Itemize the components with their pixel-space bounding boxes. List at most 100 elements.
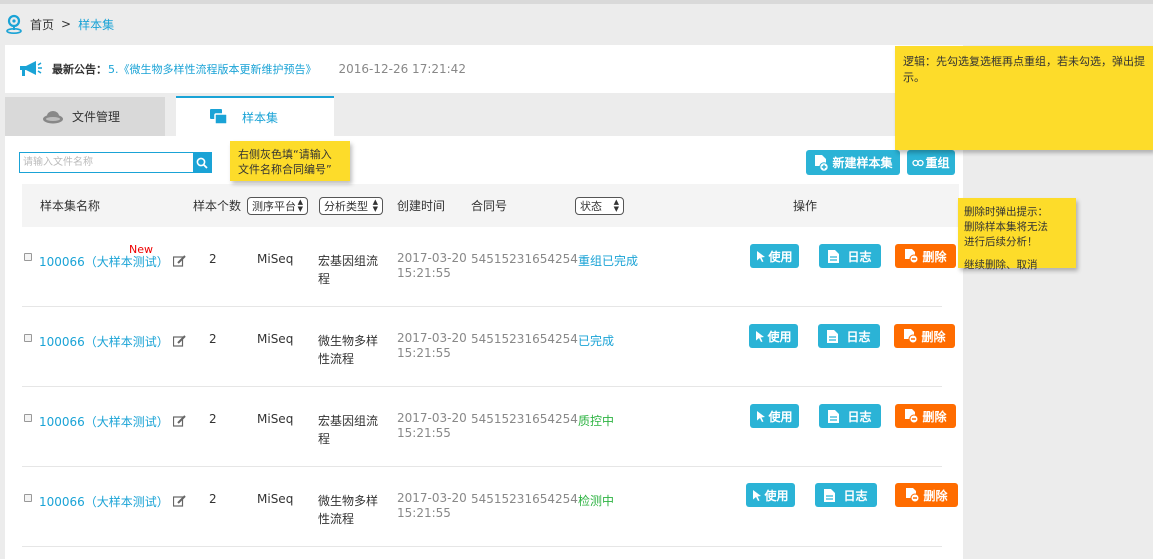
new-file-icon (815, 154, 830, 172)
analysis-line: 程 (318, 432, 331, 446)
use-button[interactable]: 使用 (746, 483, 795, 507)
delete-hint-note: 删除时弹出提示： 删除样本集将无法 进行后续分析！ 继续删除、取消 (958, 198, 1076, 271)
use-button[interactable]: 使用 (750, 244, 799, 268)
use-label: 使用 (768, 409, 793, 424)
analysis-type: 宏基因组流 程 (318, 412, 378, 448)
analysis-filter-label: 分析类型 (324, 199, 368, 213)
breadcrumb: 首页 > 样本集 (6, 14, 114, 34)
tab-file-management[interactable]: 文件管理 (5, 97, 165, 136)
link-icon (912, 159, 925, 166)
log-button[interactable]: 日志 (815, 483, 877, 507)
row-checkbox[interactable] (24, 334, 32, 342)
edit-icon[interactable] (172, 415, 186, 427)
row-checkbox[interactable] (24, 494, 32, 502)
delete-button[interactable]: 删除 (894, 324, 955, 348)
note-line: 进行后续分析！ (964, 236, 1038, 248)
created-clock: 15:21:55 (397, 346, 451, 360)
announcement-link[interactable]: 5.《微生物多样性流程版本更新维护预告》 (108, 61, 317, 77)
edit-icon[interactable] (172, 255, 186, 267)
breadcrumb-home[interactable]: 首页 (30, 16, 54, 33)
regroup-button-label: 重组 (925, 156, 950, 170)
delete-file-icon (905, 409, 919, 424)
document-icon (828, 409, 840, 423)
delete-label: 删除 (923, 488, 948, 503)
platform-filter-select[interactable]: 测序平台 ▲ ▼ (247, 196, 308, 215)
log-button[interactable]: 日志 (818, 324, 880, 348)
table-row: 100066（大样本测试） 2 MiSeq 微生物多样 性流程 2017-03-… (22, 467, 958, 547)
sample-count: 2 (209, 252, 217, 266)
status-filter-select[interactable]: 状态 ▲ ▼ (575, 196, 624, 215)
delete-file-icon (905, 249, 919, 264)
cursor-icon (757, 410, 766, 422)
delete-button[interactable]: 删除 (895, 483, 958, 507)
use-button[interactable]: 使用 (750, 404, 799, 428)
edit-icon[interactable] (172, 335, 186, 347)
log-button[interactable]: 日志 (819, 404, 881, 428)
document-icon (824, 488, 836, 502)
delete-label: 删除 (922, 249, 947, 264)
delete-label: 删除 (921, 329, 946, 344)
note-line: 删除样本集将无法 (964, 221, 1048, 233)
col-header-contract: 合同号 (471, 199, 508, 213)
status-filter-label: 状态 (580, 199, 602, 213)
created-time: 2017-03-20 15:21:55 (397, 251, 467, 281)
note-line: 删除时弹出提示： (964, 206, 1048, 218)
new-button-label: 新建样本集 (832, 156, 893, 170)
new-sample-set-button[interactable]: 新建样本集 (806, 150, 900, 175)
delete-button[interactable]: 删除 (895, 404, 956, 428)
breadcrumb-separator: > (61, 17, 72, 31)
sample-set-name-link[interactable]: 100066（大样本测试） (39, 495, 169, 509)
contract-number: 54515231654254 (471, 332, 578, 346)
note-line: 继续删除、取消 (964, 259, 1038, 271)
cursor-icon (757, 250, 766, 262)
log-label: 日志 (843, 488, 868, 503)
col-header-created: 创建时间 (397, 199, 446, 213)
sample-set-name-link[interactable]: 100066（大样本测试） (39, 335, 169, 349)
col-header-actions: 操作 (793, 199, 818, 213)
analysis-line: 宏基因组流 (318, 254, 379, 268)
created-date: 2017-03-20 (397, 411, 467, 425)
main-panel: 新建样本集 重组 样本集名称 样本个数 测序平台▲▼ 分析类型▲▼ 创建时间 合… (5, 136, 963, 559)
delete-button[interactable]: 删除 (895, 244, 956, 268)
analysis-type: 微生物多样 性流程 (318, 332, 378, 368)
row-checkbox[interactable] (24, 253, 32, 261)
platform-filter-label: 测序平台 (252, 199, 296, 213)
contract-number: 54515231654254 (471, 412, 578, 426)
search-input[interactable] (20, 153, 193, 172)
created-clock: 15:21:55 (397, 266, 451, 280)
analysis-line: 性流程 (318, 352, 355, 366)
analysis-filter-select[interactable]: 分析类型 ▲ ▼ (319, 196, 383, 215)
contract-number: 54515231654254 (471, 492, 578, 506)
search-box (19, 152, 212, 173)
analysis-line: 程 (318, 272, 331, 286)
log-button[interactable]: 日志 (819, 244, 881, 268)
col-header-count: 样本个数 (193, 199, 242, 213)
search-hint-note: 右侧灰色填“请输入 文件名称合同编号” (230, 141, 350, 181)
top-bar (0, 0, 1153, 4)
use-label: 使用 (764, 488, 789, 503)
tab-sample-sets[interactable]: 样本集 (176, 96, 334, 136)
search-icon (196, 157, 208, 169)
sample-set-name-link[interactable]: 100066（大样本测试） (39, 255, 169, 269)
edit-icon[interactable] (172, 495, 186, 507)
sample-count: 2 (209, 332, 217, 346)
announcement-time: 2016-12-26 17:21:42 (338, 62, 466, 76)
search-button[interactable] (193, 153, 211, 172)
platform: MiSeq (257, 332, 294, 346)
document-icon (828, 249, 840, 263)
announcement-label: 最新公告： (52, 63, 107, 76)
created-time: 2017-03-20 15:21:55 (397, 331, 467, 361)
created-clock: 15:21:55 (397, 506, 451, 520)
cursor-icon (756, 330, 765, 342)
use-label: 使用 (767, 329, 792, 344)
sample-set-name-link[interactable]: 100066（大样本测试） (39, 415, 169, 429)
select-arrow-icon: ▲ ▼ (613, 197, 619, 213)
delete-file-icon (906, 488, 920, 503)
row-checkbox[interactable] (24, 414, 32, 422)
regroup-button[interactable]: 重组 (907, 150, 955, 175)
table-row: 100066（大样本测试） 2 MiSeq 微生物多样 性流程 2017-03-… (22, 307, 955, 387)
analysis-line: 微生物多样 (318, 494, 379, 508)
table-row: 100066（大样本测试） 2 MiSeq 宏基因组流 程 2017-03-20… (22, 387, 956, 467)
table-row: New 100066（大样本测试） 2 MiSeq 宏基因组流 程 2017-0… (22, 227, 956, 307)
use-button[interactable]: 使用 (749, 324, 798, 348)
